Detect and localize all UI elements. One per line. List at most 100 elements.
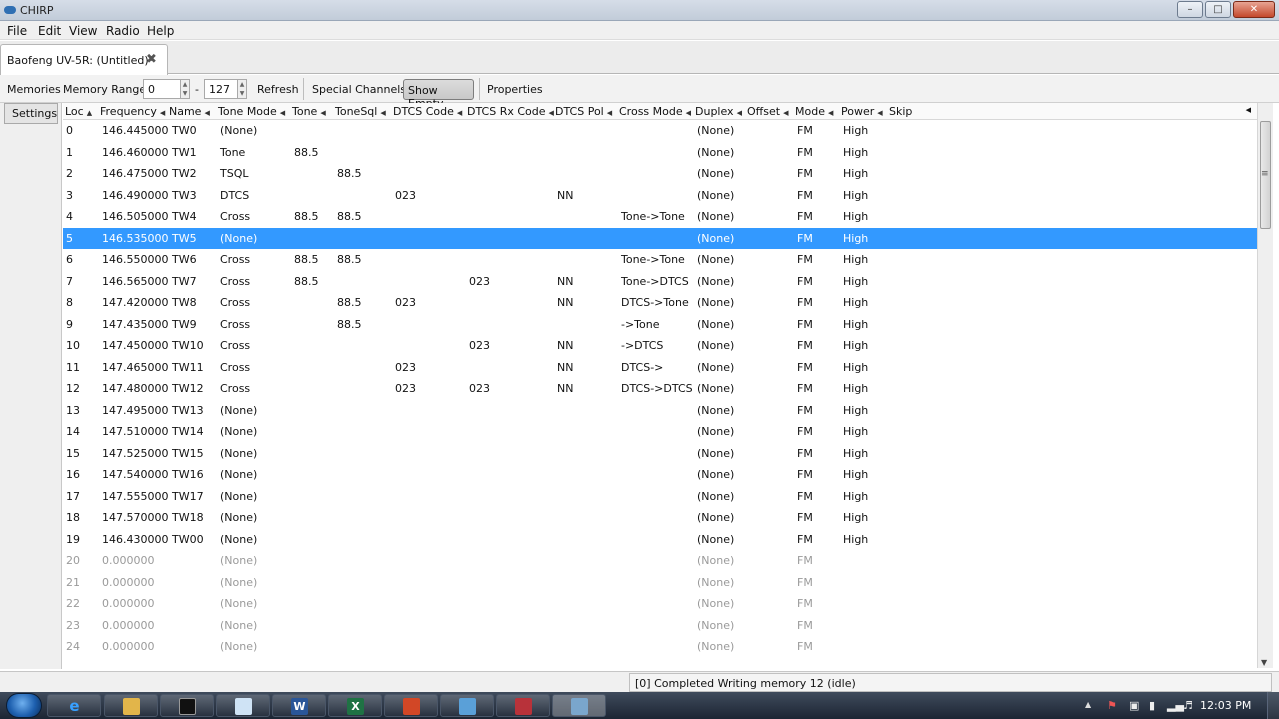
cell-name[interactable]: TW18 [172,511,204,524]
cell-duplex[interactable]: (None) [697,124,734,137]
cell-loc[interactable]: 23 [66,619,80,632]
cell-loc[interactable]: 15 [66,447,80,460]
memory-row[interactable]: 21 0.000000 (None) (None) FM [63,572,1257,594]
cell-duplex[interactable]: (None) [697,468,734,481]
memory-row[interactable]: 1 146.460000 TW1 Tone 88.5 (None) FM High [63,142,1257,164]
cell-tone-mode[interactable]: (None) [220,490,257,503]
cell-tone-mode[interactable]: (None) [220,447,257,460]
show-empty-toggle[interactable]: Show Empty [403,79,474,110]
cell-name[interactable]: TW4 [172,210,197,223]
cell-frequency[interactable]: 147.465000 [102,361,168,374]
col-header-tone[interactable]: Tone ◀ [292,105,326,118]
cell-loc[interactable]: 20 [66,554,80,567]
cell-duplex[interactable]: (None) [697,447,734,460]
cell-power[interactable]: High [843,189,868,202]
cell-dtcs-pol[interactable]: NN [557,189,573,202]
col-header-loc[interactable]: Loc ▲ [65,105,92,118]
memory-row[interactable]: 11 147.465000 TW11 Cross 023 NN DTCS-> (None) FM… [63,357,1257,379]
show-hidden-icons-icon[interactable]: ▲ [1085,700,1091,709]
tab-baofeng-uv5r[interactable]: Baofeng UV-5R: (Untitled)* ✖ [0,44,168,75]
scroll-down-arrow-icon[interactable]: ▼ [1261,658,1267,667]
memory-row[interactable]: 4 146.505000 TW4 Cross 88.5 88.5 Tone->Tone (No… [63,206,1257,228]
cell-name[interactable]: TW0 [172,124,197,137]
cell-dtcs-code[interactable]: 023 [395,296,416,309]
memory-row[interactable]: 16 147.540000 TW16 (None) (None) FM High [63,464,1257,486]
cell-name[interactable]: TW5 [172,232,197,245]
cell-tone-mode[interactable]: (None) [220,576,257,589]
memory-row[interactable]: 10 147.450000 TW10 Cross 023 NN ->DTCS (None) FM… [63,335,1257,357]
cell-loc[interactable]: 21 [66,576,80,589]
cell-frequency[interactable]: 146.430000 [102,533,168,546]
memory-row[interactable]: 17 147.555000 TW17 (None) (None) FM High [63,486,1257,508]
cell-loc[interactable]: 14 [66,425,80,438]
cell-mode[interactable]: FM [797,318,813,331]
cell-name[interactable]: TW14 [172,425,204,438]
memory-row[interactable]: 6 146.550000 TW6 Cross 88.5 88.5 Tone->Tone (No… [63,249,1257,271]
cell-tone-mode[interactable]: TSQL [220,167,249,180]
cell-power[interactable]: High [843,167,868,180]
cell-frequency[interactable]: 0.000000 [102,597,155,610]
cell-loc[interactable]: 10 [66,339,80,352]
cell-cross-mode[interactable]: ->Tone [621,318,660,331]
cell-duplex[interactable]: (None) [697,382,734,395]
cell-power[interactable]: High [843,490,868,503]
device-icon[interactable]: ▣ [1129,699,1139,712]
cell-duplex[interactable]: (None) [697,318,734,331]
cell-duplex[interactable]: (None) [697,296,734,309]
cell-dtcs-pol[interactable]: NN [557,275,573,288]
cell-name[interactable]: TW3 [172,189,197,202]
cell-frequency[interactable]: 147.450000 [102,339,168,352]
cell-cross-mode[interactable]: DTCS->Tone [621,296,689,309]
signal-icon[interactable]: ▂▄ [1167,699,1184,712]
cell-mode[interactable]: FM [797,296,813,309]
cell-duplex[interactable]: (None) [697,189,734,202]
cell-frequency[interactable]: 147.570000 [102,511,168,524]
cell-power[interactable]: High [843,210,868,223]
range-start-spinner[interactable]: ▲ ▼ [180,79,190,99]
menu-edit[interactable]: Edit [38,24,61,38]
cell-frequency[interactable]: 147.525000 [102,447,168,460]
refresh-button[interactable]: Refresh [257,83,299,96]
cell-frequency[interactable]: 146.550000 [102,253,168,266]
cell-power[interactable]: High [843,253,868,266]
memory-row[interactable]: 9 147.435000 TW9 Cross 88.5 ->Tone (None) FM Hig… [63,314,1257,336]
taskbar-radio-icon[interactable] [496,694,550,717]
cell-tone-mode[interactable]: (None) [220,597,257,610]
cell-mode[interactable]: FM [797,361,813,374]
cell-frequency[interactable]: 147.555000 [102,490,168,503]
col-header-tonesql[interactable]: ToneSql ◀ [335,105,386,118]
range-end-input[interactable]: 127 [204,79,238,99]
col-header-dtcs-rx-code[interactable]: DTCS Rx Code ◀ [467,105,554,118]
cell-tone-mode[interactable]: (None) [220,232,257,245]
cell-power[interactable]: High [843,296,868,309]
cell-loc[interactable]: 17 [66,490,80,503]
close-tab-icon[interactable]: ✖ [146,52,157,67]
cell-dtcs-pol[interactable]: NN [557,361,573,374]
cell-duplex[interactable]: (None) [697,640,734,653]
cell-mode[interactable]: FM [797,576,813,589]
cell-duplex[interactable]: (None) [697,232,734,245]
cell-dtcs-code[interactable]: 023 [395,189,416,202]
cell-loc[interactable]: 8 [66,296,73,309]
cell-cross-mode[interactable]: DTCS->DTCS [621,382,693,395]
cell-tone-mode[interactable]: Cross [220,210,250,223]
action-center-flag-icon[interactable]: ⚑ [1107,699,1117,712]
cell-mode[interactable]: FM [797,210,813,223]
cell-mode[interactable]: FM [797,404,813,417]
memory-row[interactable]: 2 146.475000 TW2 TSQL 88.5 (None) FM High [63,163,1257,185]
memory-row[interactable]: 24 0.000000 (None) (None) FM [63,636,1257,658]
cell-name[interactable]: TW00 [172,533,204,546]
cell-cross-mode[interactable]: Tone->Tone [621,210,685,223]
memory-row[interactable]: 18 147.570000 TW18 (None) (None) FM High [63,507,1257,529]
cell-duplex[interactable]: (None) [697,576,734,589]
cell-frequency[interactable]: 147.480000 [102,382,168,395]
memory-row[interactable]: 3 146.490000 TW3 DTCS 023 NN (None) FM High [63,185,1257,207]
memory-row[interactable]: 19 146.430000 TW00 (None) (None) FM High [63,529,1257,551]
cell-name[interactable]: TW7 [172,275,197,288]
col-header-dtcs-code[interactable]: DTCS Code ◀ [393,105,462,118]
maximize-button[interactable]: □ [1205,1,1231,18]
cell-tone-mode[interactable]: Cross [220,382,250,395]
cell-frequency[interactable]: 146.490000 [102,189,168,202]
cell-loc[interactable]: 12 [66,382,80,395]
cell-frequency[interactable]: 147.420000 [102,296,168,309]
